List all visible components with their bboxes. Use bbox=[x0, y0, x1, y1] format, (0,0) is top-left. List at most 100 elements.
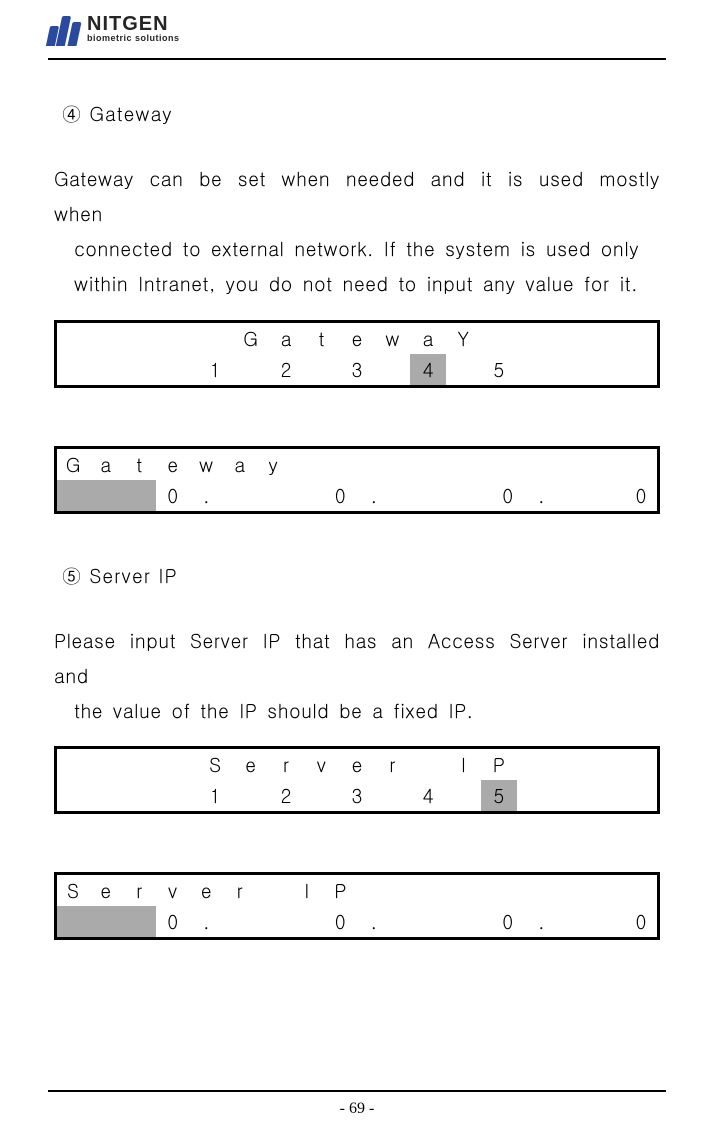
lcd-cell bbox=[123, 480, 157, 513]
lcd-cell: 2 bbox=[268, 780, 303, 813]
lcd-cell bbox=[375, 780, 410, 813]
lcd-cell: 0 bbox=[491, 906, 525, 939]
lcd-cell bbox=[91, 780, 126, 813]
lcd-cell: a bbox=[89, 447, 123, 480]
lcd-cell bbox=[525, 873, 559, 906]
lcd-cell: G bbox=[56, 447, 90, 480]
lcd-cell bbox=[290, 906, 324, 939]
lcd-cell bbox=[56, 480, 90, 513]
lcd-cell bbox=[324, 447, 358, 480]
lcd-cell: e bbox=[339, 747, 374, 780]
serverip-menu-lcd: ServerIP12345 bbox=[54, 746, 660, 814]
lcd-cell bbox=[558, 873, 592, 906]
serverip-description: Please input Server IP that has an Acces… bbox=[54, 623, 660, 728]
lcd-cell bbox=[126, 780, 161, 813]
lcd-cell: v bbox=[304, 747, 339, 780]
lcd-cell: r bbox=[223, 873, 257, 906]
lcd-cell bbox=[517, 354, 552, 387]
lcd-cell: a bbox=[410, 321, 445, 354]
lcd-cell bbox=[290, 480, 324, 513]
lcd-cell bbox=[56, 747, 91, 780]
lcd-cell bbox=[91, 747, 126, 780]
page-number: - 69 - bbox=[48, 1092, 666, 1118]
lcd-cell bbox=[223, 906, 257, 939]
logo-icon bbox=[48, 12, 79, 46]
lcd-cell: v bbox=[156, 873, 190, 906]
lcd-cell bbox=[552, 321, 587, 354]
lcd-cell bbox=[458, 873, 492, 906]
lcd-cell bbox=[458, 480, 492, 513]
para-line: Gateway can be set when needed and it is… bbox=[54, 165, 660, 227]
logo-text: NITGEN biometric solutions bbox=[87, 12, 180, 43]
lcd-cell bbox=[592, 447, 626, 480]
lcd-cell bbox=[123, 906, 157, 939]
lcd-cell bbox=[233, 354, 268, 387]
lcd-cell: 0 bbox=[625, 480, 659, 513]
lcd-cell bbox=[197, 321, 232, 354]
lcd-cell: 3 bbox=[339, 780, 374, 813]
lcd-cell bbox=[446, 354, 481, 387]
lcd-cell bbox=[623, 321, 659, 354]
serverip-value-lcd: ServerIP0.0.0.0 bbox=[54, 872, 660, 940]
lcd-cell bbox=[357, 873, 391, 906]
lcd-cell bbox=[558, 480, 592, 513]
lcd-cell: r bbox=[268, 747, 303, 780]
lcd-cell: 1 bbox=[197, 780, 232, 813]
lcd-cell bbox=[446, 780, 481, 813]
lcd-cell: P bbox=[324, 873, 358, 906]
lcd-cell bbox=[517, 321, 552, 354]
lcd-cell: G bbox=[233, 321, 268, 354]
lcd-cell bbox=[126, 747, 161, 780]
page-content: ④ Gateway Gateway can be set when needed… bbox=[48, 60, 666, 940]
lcd-cell bbox=[424, 906, 458, 939]
lcd-cell: 0 bbox=[156, 906, 190, 939]
lcd-cell bbox=[375, 354, 410, 387]
para-line: connected to external network. If the sy… bbox=[54, 231, 660, 266]
lcd-cell: P bbox=[481, 747, 516, 780]
lcd-cell: 4 bbox=[410, 780, 445, 813]
lcd-cell bbox=[126, 354, 161, 387]
lcd-cell: 2 bbox=[268, 354, 303, 387]
lcd-cell bbox=[458, 906, 492, 939]
lcd-cell bbox=[233, 780, 268, 813]
lcd-cell: r bbox=[375, 747, 410, 780]
lcd-cell bbox=[558, 447, 592, 480]
lcd-cell bbox=[357, 447, 391, 480]
lcd-cell: 1 bbox=[197, 354, 232, 387]
lcd-cell bbox=[458, 447, 492, 480]
lcd-cell bbox=[91, 354, 126, 387]
lcd-cell: . bbox=[525, 480, 559, 513]
lcd-cell bbox=[257, 873, 291, 906]
lcd-cell: . bbox=[525, 906, 559, 939]
lcd-cell bbox=[89, 906, 123, 939]
lcd-cell bbox=[623, 780, 659, 813]
lcd-cell bbox=[126, 321, 161, 354]
lcd-cell bbox=[257, 480, 291, 513]
lcd-cell bbox=[588, 354, 623, 387]
lcd-cell bbox=[558, 906, 592, 939]
lcd-cell bbox=[56, 906, 90, 939]
lcd-cell bbox=[304, 354, 339, 387]
brand-name: NITGEN bbox=[87, 14, 180, 34]
lcd-cell bbox=[424, 480, 458, 513]
lcd-cell bbox=[552, 780, 587, 813]
lcd-cell bbox=[223, 480, 257, 513]
lcd-cell: a bbox=[223, 447, 257, 480]
para-line: the value of the IP should be a fixed IP… bbox=[54, 693, 660, 728]
lcd-cell: y bbox=[257, 447, 291, 480]
lcd-cell bbox=[491, 873, 525, 906]
lcd-cell bbox=[424, 447, 458, 480]
lcd-cell: e bbox=[89, 873, 123, 906]
lcd-cell bbox=[56, 321, 91, 354]
lcd-cell: S bbox=[197, 747, 232, 780]
lcd-cell: t bbox=[304, 321, 339, 354]
lcd-cell bbox=[162, 354, 197, 387]
lcd-cell: 0 bbox=[625, 906, 659, 939]
lcd-cell: r bbox=[123, 873, 157, 906]
lcd-cell bbox=[481, 321, 516, 354]
lcd-cell: S bbox=[56, 873, 90, 906]
lcd-cell: 5 bbox=[481, 780, 516, 813]
lcd-cell: . bbox=[357, 480, 391, 513]
lcd-cell bbox=[592, 873, 626, 906]
lcd-cell bbox=[391, 447, 425, 480]
